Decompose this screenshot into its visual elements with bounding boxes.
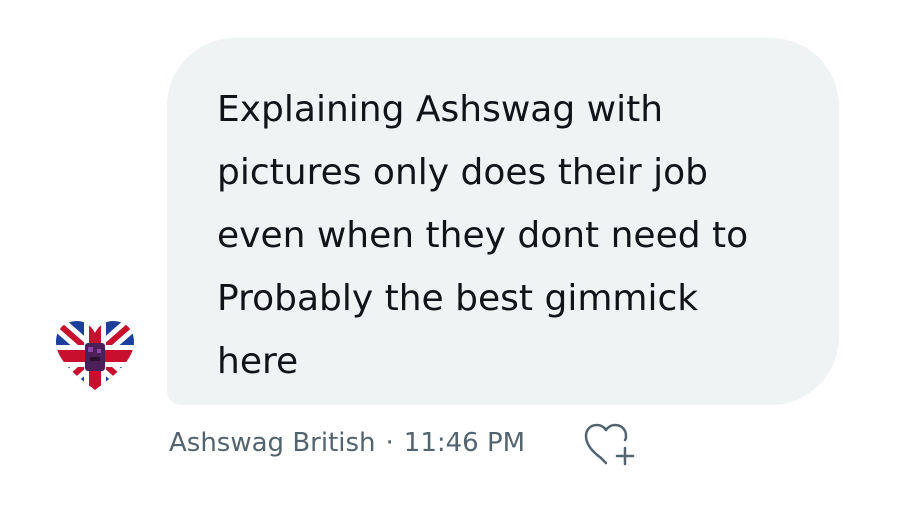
union-jack-heart-avatar-icon — [56, 321, 134, 390]
react-button[interactable] — [581, 418, 637, 468]
sender-name: Ashswag British — [169, 428, 376, 458]
heart-plus-icon — [584, 423, 635, 466]
avatar[interactable] — [54, 320, 136, 392]
message-meta: Ashswag British · 11:46 PM — [169, 421, 525, 465]
message-time: 11:46 PM — [403, 428, 526, 458]
message-text: Explaining Ashswag with pictures only do… — [217, 89, 749, 382]
message-bubble[interactable]: Explaining Ashswag with pictures only do… — [167, 38, 839, 405]
meta-separator: · — [385, 428, 394, 458]
